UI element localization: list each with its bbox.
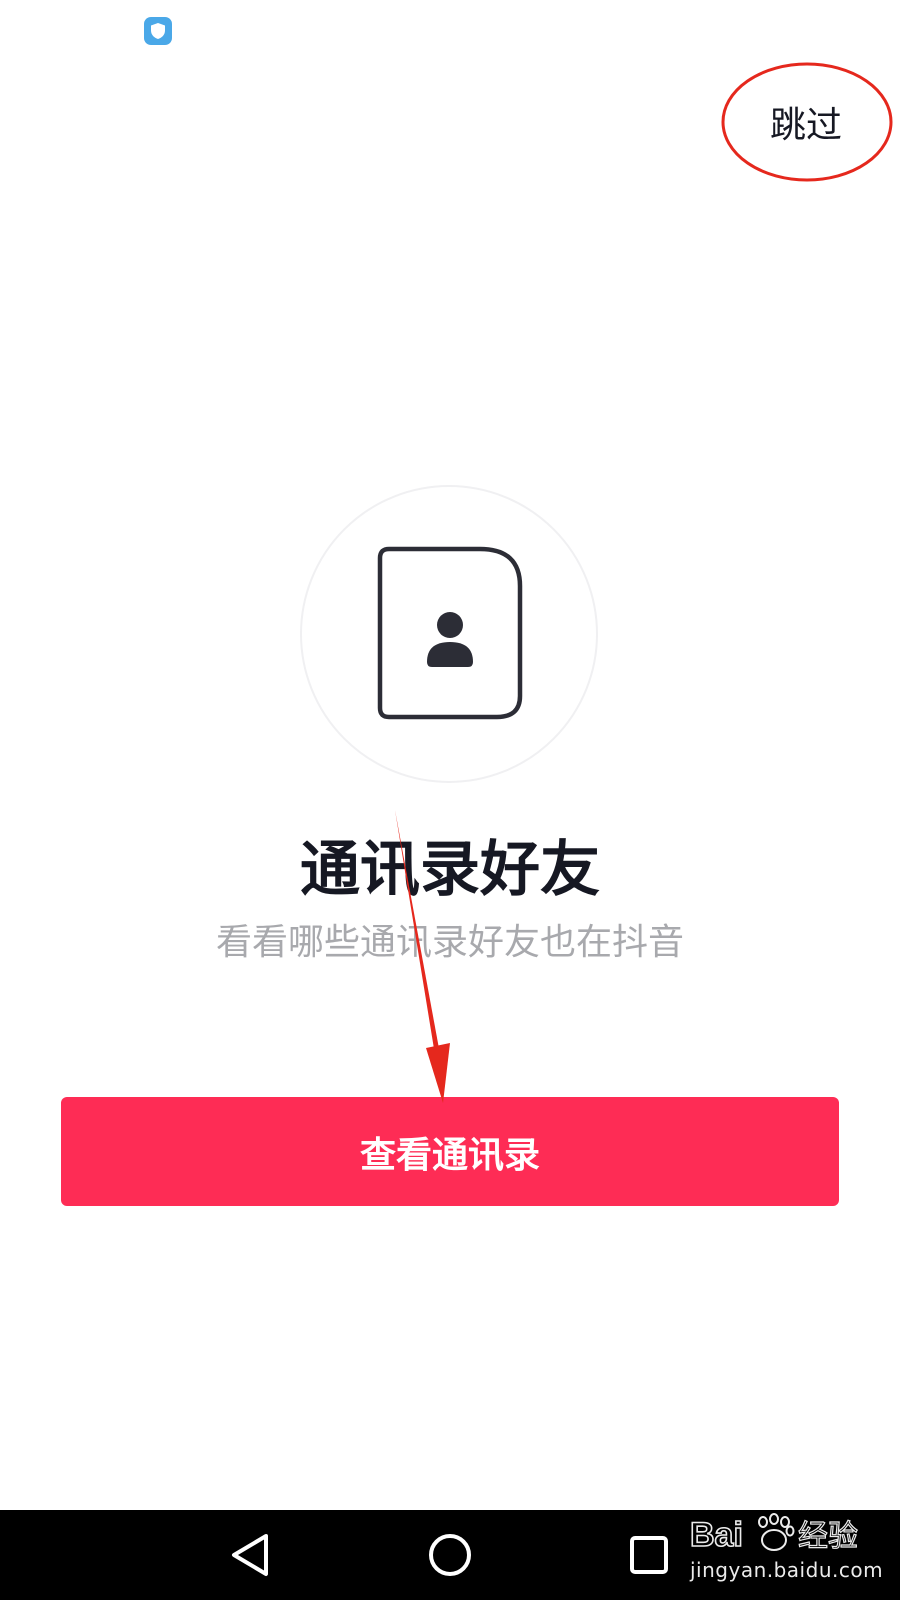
baidu-paw-logo: Bai 经验	[689, 1513, 859, 1555]
contact-card-icon	[377, 546, 523, 720]
baidu-watermark: Bai 经验 jingyan.baidu.com	[688, 1506, 898, 1594]
back-icon[interactable]	[222, 1530, 282, 1580]
view-contacts-button[interactable]: 查看通讯录	[61, 1097, 839, 1206]
page-subtitle: 看看哪些通讯录好友也在抖音	[215, 922, 684, 963]
page-title: 通讯录好友	[300, 835, 600, 905]
screen: 跳过 通讯录好友 看看哪些通讯录好友也在抖音 查看通讯录 Bai 经验 jing…	[0, 0, 900, 1600]
status-bar	[0, 0, 900, 60]
skip-button[interactable]: 跳过	[770, 100, 866, 152]
recent-apps-icon[interactable]	[620, 1530, 680, 1580]
home-icon[interactable]	[420, 1530, 480, 1580]
svg-text:Bai: Bai	[690, 1516, 743, 1554]
watermark-domain: jingyan.baidu.com	[690, 1558, 884, 1582]
svg-text:经验: 经验	[798, 1519, 858, 1554]
shield-icon	[144, 17, 172, 45]
